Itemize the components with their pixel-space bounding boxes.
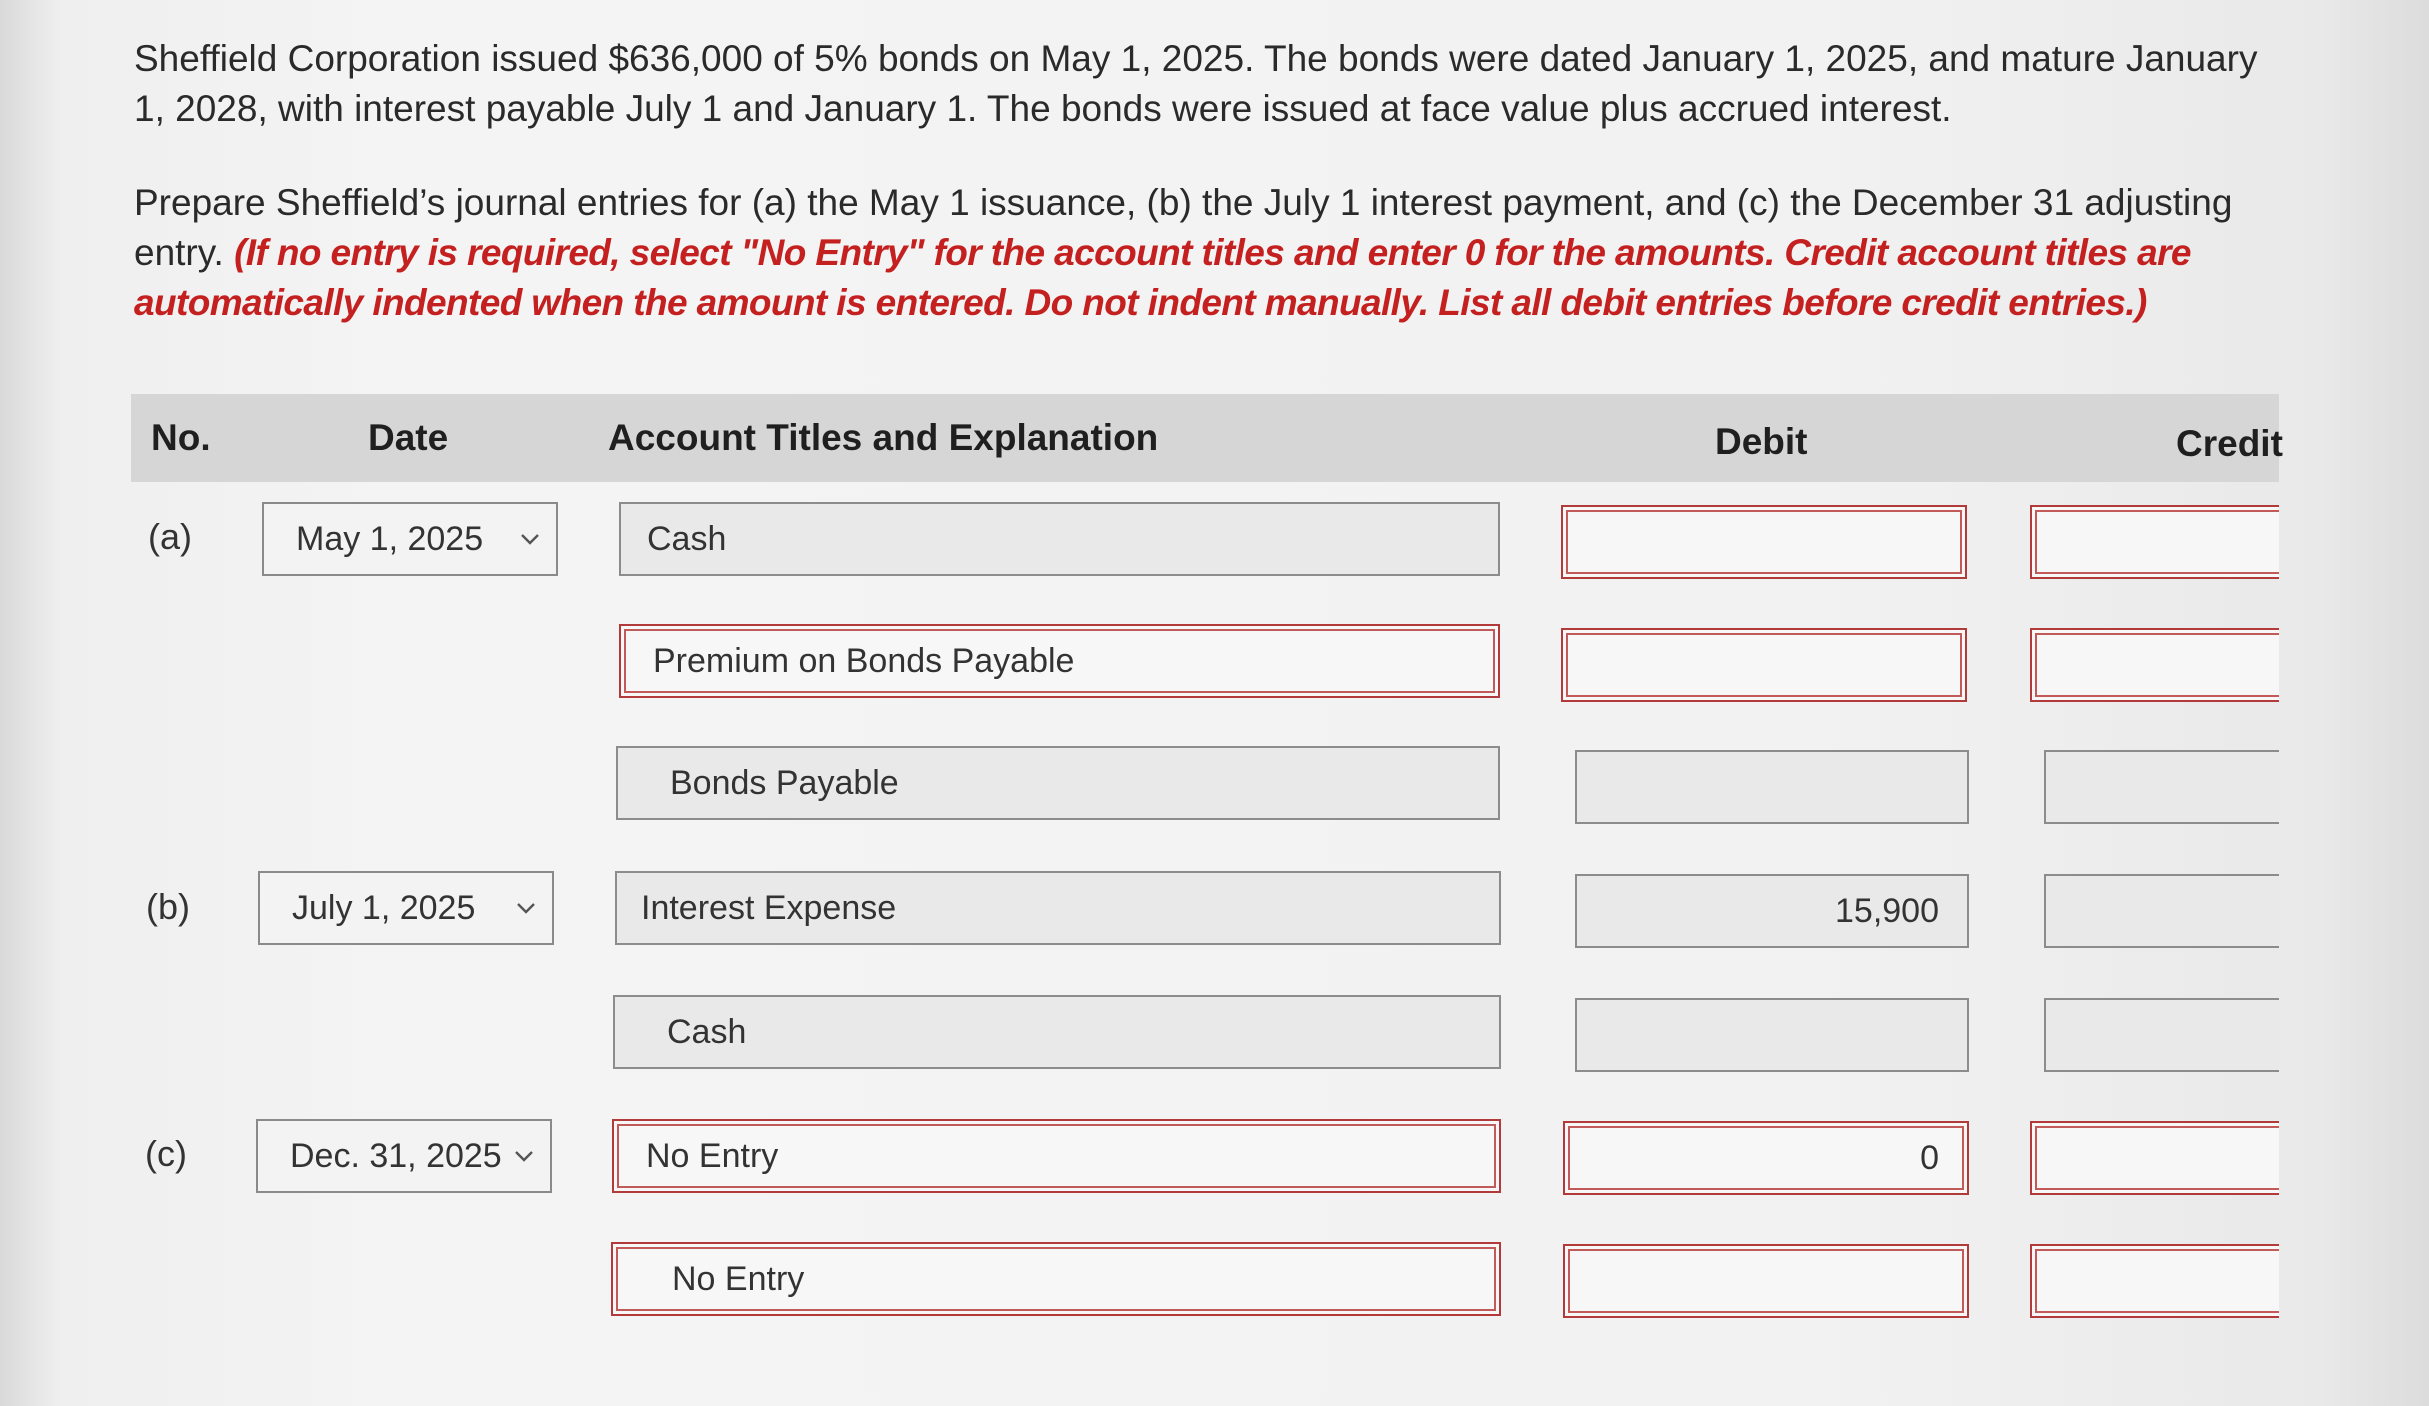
account-field-c2[interactable]: No Entry [611,1242,1501,1316]
debit-input-a2[interactable] [1561,628,1967,702]
debit-input-c2[interactable] [1563,1244,1969,1318]
account-field-b1[interactable]: Interest Expense [615,871,1501,945]
account-title: Cash [667,1013,747,1051]
header-account: Account Titles and Explanation [608,417,1159,458]
date-select-a[interactable]: May 1, 2025 [262,502,558,576]
chevron-down-icon [517,903,535,914]
date-value: July 1, 2025 [292,889,476,927]
account-title: Premium on Bonds Payable [653,642,1075,680]
entry-label-b: (b) [146,886,190,927]
account-field-a1[interactable]: Cash [619,502,1500,576]
credit-input-c1[interactable] [2030,1121,2279,1195]
problem-statement: Sheffield Corporation issued $636,000 of… [134,34,2294,328]
account-title: Cash [647,520,727,558]
instructions-text: (If no entry is required, select "No Ent… [134,232,2191,323]
account-field-c1[interactable]: No Entry [612,1119,1501,1193]
credit-input-b1[interactable] [2044,874,2279,948]
header-debit: Debit [1715,421,1808,462]
account-title: Interest Expense [641,889,897,927]
credit-input-b2[interactable] [2044,998,2279,1072]
account-title: Bonds Payable [670,764,899,802]
chevron-down-icon [515,1151,533,1162]
credit-input-a3[interactable] [2044,750,2279,824]
account-title: No Entry [672,1260,805,1298]
entry-label-a: (a) [148,516,192,557]
problem-paragraph: Sheffield Corporation issued $636,000 of… [134,38,2258,129]
header-no: No. [151,417,211,458]
credit-column [2030,480,2279,1360]
debit-input-b2[interactable] [1575,998,1969,1072]
credit-input-a1[interactable] [2030,505,2279,579]
debit-input-a1[interactable] [1561,505,1967,579]
task-paragraph: Prepare Sheffield’s journal entries for … [134,178,2294,328]
chevron-down-icon [521,534,539,545]
credit-input-c2[interactable] [2030,1244,2279,1318]
date-select-c[interactable]: Dec. 31, 2025 [256,1119,552,1193]
header-date: Date [368,417,449,458]
account-field-a2[interactable]: Premium on Bonds Payable [619,624,1500,698]
account-title: No Entry [646,1137,779,1175]
debit-input-c1[interactable]: 0 [1563,1121,1969,1195]
date-value: May 1, 2025 [296,520,484,558]
account-field-b2[interactable]: Cash [613,995,1501,1069]
date-value: Dec. 31, 2025 [290,1137,502,1175]
journal-table-header: No. Date Account Titles and Explanation … [131,394,2283,482]
debit-input-b1[interactable]: 15,900 [1575,874,1969,948]
credit-input-a2[interactable] [2030,628,2279,702]
entry-label-c: (c) [145,1133,187,1174]
header-credit: Credit [2176,423,2283,464]
debit-input-a3[interactable] [1575,750,1969,824]
date-select-b[interactable]: July 1, 2025 [258,871,554,945]
account-field-a3[interactable]: Bonds Payable [616,746,1500,820]
